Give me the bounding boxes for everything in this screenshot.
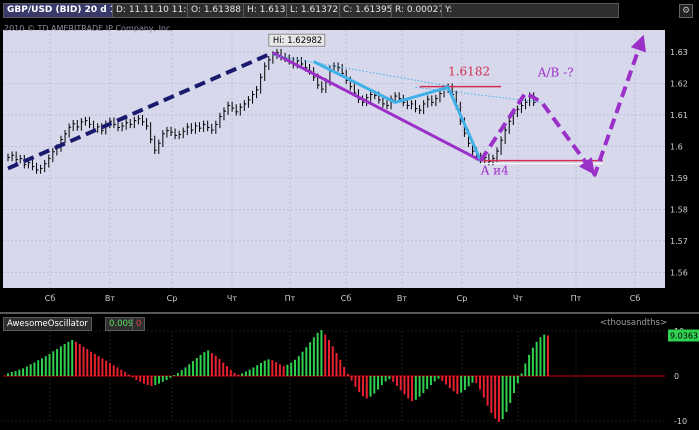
price-x-axis: Сб Вт Ср Чт Пт Сб Вт Ср Чт Пт Сб (45, 294, 641, 303)
chart-window: Hi: 1.62982 1.6182 A/B -? A и4 1.63 1.62 1.61… (0, 0, 699, 430)
price-x-tick-label: Сб (45, 294, 56, 303)
ohlc-low: L: 1.61372 (286, 3, 343, 18)
price-y-tick-label: 1.63 (670, 48, 688, 57)
y-readout: Y: (441, 3, 619, 18)
price-x-tick-label: Ср (457, 294, 468, 303)
price-x-tick-label: Пт (285, 294, 296, 303)
oscillator-zero-tag: 0 (132, 317, 146, 331)
wave-label: A и4 (480, 164, 509, 178)
oscillator-name[interactable]: AwesomeOscillator (3, 317, 92, 331)
price-x-tick-label: Сб (630, 294, 641, 303)
price-y-tick-label: 1.6 (670, 142, 683, 151)
copyright-text: 2010 © TD AMERITRADE IP Company, Inc. (4, 24, 173, 33)
settings-button[interactable]: ⚙ (679, 4, 693, 18)
gear-icon: ⚙ (681, 6, 691, 16)
oscillator-y-tick-label: 0 (674, 372, 679, 381)
price-y-tick-label: 1.56 (670, 268, 688, 277)
price-x-tick-label: Вт (105, 294, 115, 303)
oscillator-y-tick-label: -10 (674, 417, 687, 426)
price-y-axis: 1.63 1.62 1.61 1.6 1.59 1.58 1.57 1.56 (670, 48, 688, 277)
price-x-tick-label: Вт (397, 294, 407, 303)
price-y-tick-label: 1.58 (670, 205, 688, 214)
price-y-tick-label: 1.62 (670, 79, 688, 88)
oscillator-units: <thousandths> (600, 318, 668, 328)
oscillator-y-axis: 100-109.0363 (668, 327, 699, 426)
price-y-tick-label: 1.57 (670, 237, 688, 246)
ohlc-close: C: 1.61395 (339, 3, 397, 18)
price-x-tick-label: Ср (167, 294, 178, 303)
price-y-tick-label: 1.59 (670, 174, 688, 183)
ohlc-range: R: 0.00027 (391, 3, 449, 18)
high-label: Hi: 1.62982 (273, 36, 322, 46)
ohlc-open: O: 1.61388 (187, 3, 246, 18)
price-x-tick-label: Чт (513, 294, 523, 303)
chart-canvas: Hi: 1.629821.6182 A/B -?A и4 1.631.621.61… (0, 30, 699, 426)
price-x-tick-label: Чт (227, 294, 237, 303)
price-x-tick-label: Пт (571, 294, 582, 303)
fib-level-label: 1.6182 (448, 65, 490, 79)
price-y-tick-label: 1.61 (670, 111, 688, 120)
symbol-label[interactable]: GBP/USD (BID) 20 d 1h (3, 3, 127, 18)
target-label: A/B -? (537, 66, 574, 80)
price-x-tick-label: Сб (341, 294, 352, 303)
oscillator-last-value: 9.0363 (670, 332, 698, 341)
